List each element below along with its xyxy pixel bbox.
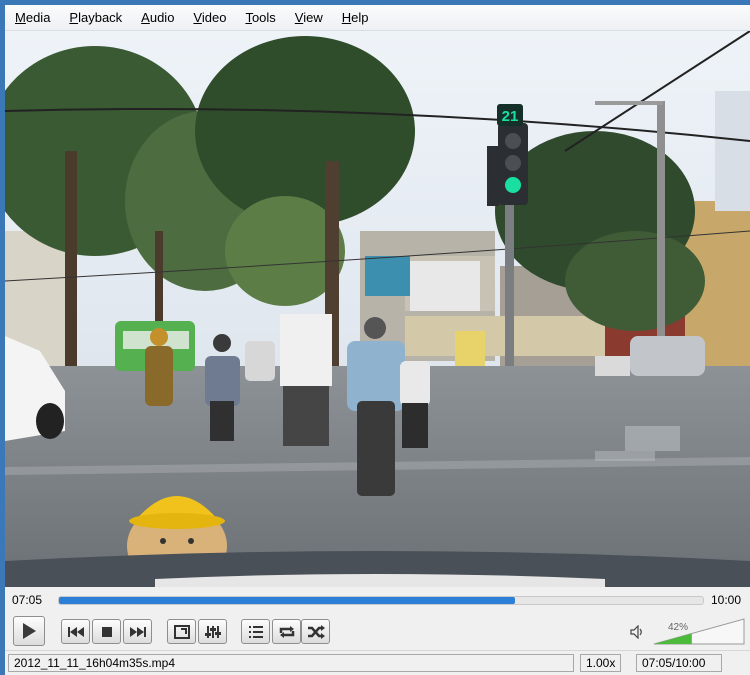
shuffle-icon — [307, 624, 325, 639]
playback-speed[interactable]: 1.00x — [580, 654, 621, 672]
menu-bar: Media Playback Audio Video Tools View He… — [5, 5, 750, 31]
stop-button[interactable] — [92, 619, 121, 644]
previous-icon — [67, 626, 85, 638]
fullscreen-button[interactable] — [167, 619, 196, 644]
menu-help-label: elp — [351, 10, 369, 25]
menu-audio[interactable]: Audio — [131, 5, 183, 30]
seek-slider[interactable] — [58, 596, 704, 605]
equalizer-icon — [204, 625, 221, 639]
controls-bar: 42% — [5, 613, 750, 649]
next-button[interactable] — [123, 619, 152, 644]
menu-view-accel: V — [294, 10, 304, 25]
status-bar: 2012_11_11_16h04m35s.mp4 1.00x 07:05/10:… — [5, 650, 750, 675]
menu-playback-accel: P — [69, 10, 79, 25]
loop-icon — [278, 625, 296, 639]
elapsed-time: 07:05 — [12, 593, 43, 607]
menu-audio-accel: A — [141, 10, 150, 25]
menu-video-label: ideo — [201, 10, 227, 25]
extended-settings-button[interactable] — [198, 619, 227, 644]
menu-help[interactable]: Help — [332, 5, 378, 30]
playlist-button[interactable] — [241, 619, 270, 644]
play-icon — [21, 622, 37, 640]
menu-media[interactable]: Media — [5, 5, 59, 30]
fullscreen-icon — [173, 624, 190, 639]
menu-audio-label: udio — [149, 10, 175, 25]
next-icon — [129, 626, 147, 638]
stop-icon — [101, 626, 113, 638]
menu-help-accel: H — [341, 10, 352, 25]
menu-tools[interactable]: Tools — [235, 5, 284, 30]
menu-playback-label: layback — [78, 10, 123, 25]
menu-video-accel: V — [193, 10, 202, 25]
loop-button[interactable] — [272, 619, 301, 644]
vlc-window: Media Playback Audio Video Tools View He… — [5, 5, 750, 675]
menu-tools-label: ools — [251, 10, 276, 25]
menu-video[interactable]: Video — [183, 5, 235, 30]
shuffle-button[interactable] — [301, 619, 330, 644]
menu-media-label: edia — [25, 10, 51, 25]
menu-playback[interactable]: Playback — [59, 5, 131, 30]
previous-button[interactable] — [61, 619, 90, 644]
seek-progress — [59, 597, 515, 604]
playlist-icon — [248, 625, 264, 639]
traffic-countdown-text: 21 — [502, 108, 519, 125]
seek-row: 07:05 10:00 — [5, 588, 750, 613]
speaker-icon[interactable] — [630, 624, 644, 642]
status-time[interactable]: 07:05/10:00 — [636, 654, 722, 672]
menu-view[interactable]: View — [285, 5, 332, 30]
status-filename: 2012_11_11_16h04m35s.mp4 — [8, 654, 574, 672]
volume-slider[interactable] — [653, 618, 745, 645]
menu-view-label: iew — [303, 10, 323, 25]
video-frame[interactable]: 21 — [5, 31, 750, 587]
total-time: 10:00 — [710, 593, 741, 607]
menu-media-accel: M — [15, 10, 26, 25]
play-button[interactable] — [13, 616, 45, 646]
dashcam-scene: 21 — [5, 31, 750, 587]
